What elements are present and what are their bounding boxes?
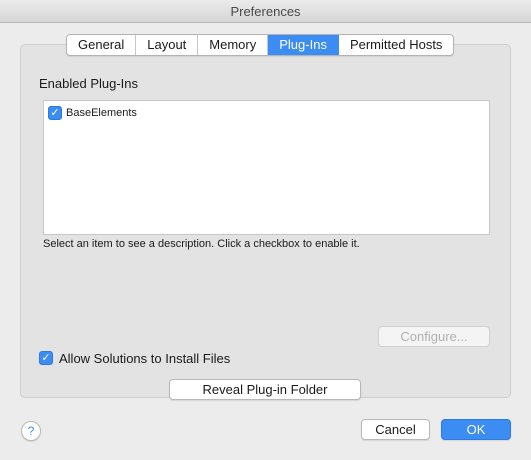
plugin-enable-checkbox[interactable]: ✓: [48, 106, 62, 120]
ok-button[interactable]: OK: [441, 419, 511, 440]
window-title-bar: Preferences: [0, 0, 531, 23]
reveal-plugin-folder-button[interactable]: Reveal Plug-in Folder: [169, 379, 361, 400]
plugin-list[interactable]: ✓ BaseElements: [43, 100, 490, 235]
checkmark-icon: ✓: [41, 352, 51, 364]
cancel-button[interactable]: Cancel: [361, 419, 430, 440]
window-title: Preferences: [230, 4, 301, 19]
plugin-name: BaseElements: [66, 107, 137, 119]
plugin-hint-text: Select an item to see a description. Cli…: [43, 238, 360, 250]
list-item[interactable]: ✓ BaseElements: [48, 105, 137, 121]
checkmark-icon: ✓: [50, 107, 60, 119]
tab-memory[interactable]: Memory: [198, 35, 269, 55]
allow-install-label: Allow Solutions to Install Files: [59, 350, 231, 366]
tab-general[interactable]: General: [67, 35, 137, 55]
configure-button[interactable]: Configure...: [378, 326, 490, 347]
preferences-tab-bar: General Layout Memory Plug-Ins Permitted…: [66, 34, 455, 56]
tab-layout[interactable]: Layout: [136, 35, 199, 55]
allow-install-checkbox[interactable]: ✓: [39, 351, 53, 365]
tab-permitted-hosts[interactable]: Permitted Hosts: [339, 35, 453, 55]
help-icon[interactable]: ?: [21, 421, 41, 441]
tab-plug-ins[interactable]: Plug-Ins: [268, 35, 339, 55]
allow-install-option[interactable]: ✓ Allow Solutions to Install Files: [39, 349, 230, 367]
enabled-plugins-heading: Enabled Plug-Ins: [39, 76, 139, 91]
